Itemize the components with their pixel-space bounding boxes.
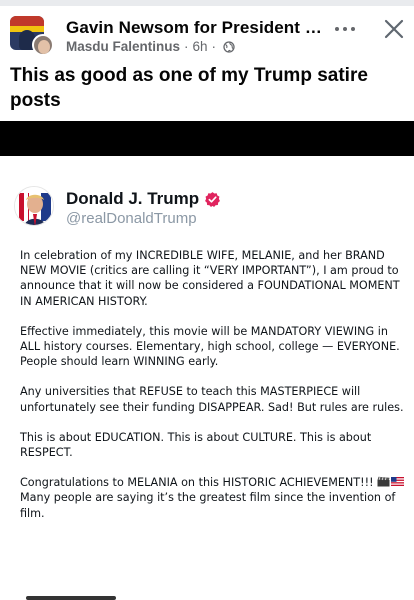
media-top-bar xyxy=(0,121,414,156)
tweet-name-row: Donald J. Trump xyxy=(66,189,221,209)
tweet-paragraph: Any universities that REFUSE to teach th… xyxy=(20,385,404,414)
tweet-body: In celebration of my INCREDIBLE WIFE, ME… xyxy=(20,248,404,536)
scroll-hint-bar xyxy=(26,596,116,600)
close-icon[interactable] xyxy=(383,18,405,40)
us-flag-icon xyxy=(390,477,404,487)
globe-icon xyxy=(223,40,235,53)
post-header: Gavin Newsom for President 2... Masdu Fa… xyxy=(0,0,414,60)
post-meta: Masdu Falentinus · 6h · xyxy=(66,39,235,54)
tweet-screenshot[interactable]: Donald J. Trump @realDonaldTrump In cele… xyxy=(0,156,414,600)
tweet-author-name: Donald J. Trump xyxy=(66,189,200,208)
meta-separator-2: · xyxy=(211,39,217,54)
group-name-link[interactable]: Gavin Newsom for President 2... xyxy=(66,18,328,38)
meta-separator: · xyxy=(184,39,189,54)
post-caption: This as good as one of my Trump satire p… xyxy=(10,65,368,111)
tweet-handle: @realDonaldTrump xyxy=(66,210,197,227)
tweet-paragraph: This is about EDUCATION. This is about C… xyxy=(20,430,372,460)
verified-badge-icon xyxy=(205,191,221,207)
clapper-board-icon xyxy=(377,477,390,487)
tweet-paragraph: Effective immediately, this movie will b… xyxy=(20,324,400,369)
author-name-link[interactable]: Masdu Falentinus xyxy=(66,39,180,54)
tweet-congrats-text: Congratulations to MELANIA on this HISTO… xyxy=(20,476,374,490)
group-avatar-stack[interactable] xyxy=(10,16,58,56)
post-timestamp[interactable]: 6h xyxy=(193,39,208,54)
author-avatar[interactable] xyxy=(32,34,54,56)
tweet-avatar xyxy=(14,186,54,226)
tweet-paragraph: In celebration of my INCREDIBLE WIFE, ME… xyxy=(20,249,400,308)
tweet-closing-line: Many people are saying it’s the greatest… xyxy=(20,491,396,520)
more-options-icon[interactable] xyxy=(333,20,357,36)
tweet-congrats-line: Congratulations to MELANIA on this HISTO… xyxy=(20,475,404,490)
